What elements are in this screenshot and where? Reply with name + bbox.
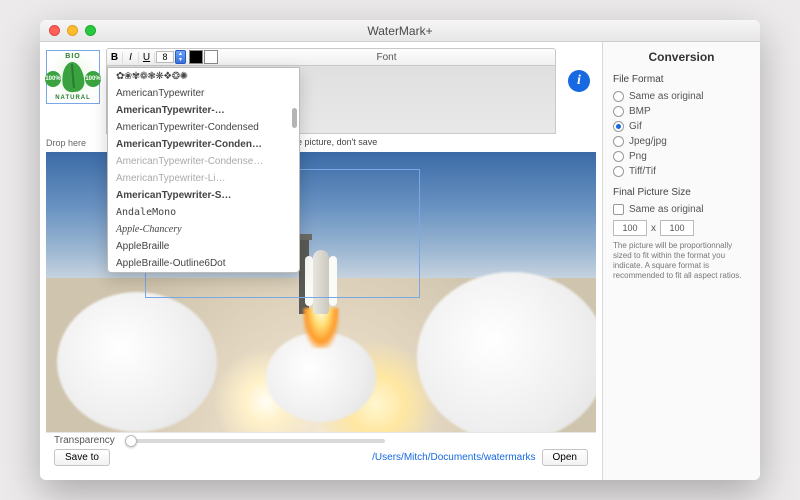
conversion-panel: Conversion File Format Same as original … bbox=[602, 42, 760, 480]
font-option[interactable]: AmericanTypewriter bbox=[108, 85, 299, 102]
font-option[interactable]: AmericanTypewriter-S… bbox=[108, 187, 299, 204]
logo-pct-left: 100% bbox=[45, 71, 61, 87]
width-field[interactable]: 100 bbox=[613, 220, 647, 236]
file-format-label: File Format bbox=[613, 74, 750, 85]
format-toolbar: B I U 8 ▲▼ Font ✿❀✾❁❃❋❖❂✺ AmericanTypewr… bbox=[106, 48, 556, 66]
format-radio-jpeg[interactable] bbox=[613, 136, 624, 147]
font-size-field[interactable]: 8 bbox=[156, 51, 174, 63]
logo-top-text: BIO bbox=[47, 53, 99, 60]
format-label: Tiff/Tif bbox=[629, 166, 656, 177]
height-field[interactable]: 100 bbox=[660, 220, 694, 236]
watermark-logo-dropzone[interactable]: BIO 100% 100% NATURAL bbox=[46, 50, 100, 104]
font-option[interactable]: AmericanTypewriter-Condensed bbox=[108, 119, 299, 136]
font-option[interactable]: AmericanTypewriter-Li… bbox=[108, 170, 299, 187]
size-same-checkbox[interactable] bbox=[613, 204, 624, 215]
font-size-stepper[interactable]: ▲▼ bbox=[175, 50, 186, 64]
save-to-button[interactable]: Save to bbox=[54, 449, 110, 466]
logo-bottom-text: NATURAL bbox=[47, 95, 99, 101]
font-dropdown[interactable]: ✿❀✾❁❃❋❖❂✺ AmericanTypewriter AmericanTyp… bbox=[107, 67, 300, 273]
format-label: Jpeg/jpg bbox=[629, 136, 667, 147]
drop-here-label: Drop here bbox=[46, 138, 86, 148]
format-radio-original[interactable] bbox=[613, 91, 624, 102]
transparency-slider[interactable] bbox=[125, 439, 385, 443]
window-title: WaterMark+ bbox=[40, 24, 760, 38]
final-size-label: Final Picture Size bbox=[613, 187, 750, 198]
font-field-caption[interactable]: Font bbox=[218, 52, 555, 63]
transparency-label: Transparency bbox=[54, 435, 115, 446]
format-radio-png[interactable] bbox=[613, 151, 624, 162]
font-option[interactable]: AppleBraille bbox=[108, 238, 299, 255]
bg-color-swatch[interactable] bbox=[204, 50, 218, 64]
dimension-x: x bbox=[651, 223, 656, 234]
font-option[interactable]: AmericanTypewriter-Condense… bbox=[108, 153, 299, 170]
format-label: BMP bbox=[629, 106, 651, 117]
dropdown-scrollbar[interactable] bbox=[292, 108, 297, 128]
size-hint: The picture will be proportionnally size… bbox=[613, 241, 750, 281]
save-path[interactable]: /Users/Mitch/Documents/watermarks bbox=[372, 452, 535, 463]
open-button[interactable]: Open bbox=[542, 449, 588, 466]
format-label: Same as original bbox=[629, 91, 703, 102]
info-icon[interactable]: i bbox=[568, 70, 590, 92]
font-option[interactable]: Apple-Chancery bbox=[108, 221, 299, 238]
font-option[interactable]: AndaleMono bbox=[108, 204, 299, 221]
font-option[interactable]: AmericanTypewriter-… bbox=[108, 102, 299, 119]
format-label: Png bbox=[629, 151, 647, 162]
size-same-label: Same as original bbox=[629, 204, 703, 215]
logo-pct-right: 100% bbox=[85, 71, 101, 87]
font-option[interactable]: AppleBraille-Outline6Dot bbox=[108, 255, 299, 272]
font-option-symbols[interactable]: ✿❀✾❁❃❋❖❂✺ bbox=[108, 68, 299, 85]
format-label: Gif bbox=[629, 121, 642, 132]
format-radio-tiff[interactable] bbox=[613, 166, 624, 177]
titlebar: WaterMark+ bbox=[40, 20, 760, 42]
conversion-title: Conversion bbox=[613, 50, 750, 64]
font-option[interactable]: AmericanTypewriter-Conden… bbox=[108, 136, 299, 153]
text-color-swatch[interactable] bbox=[189, 50, 203, 64]
underline-button[interactable]: U bbox=[139, 52, 155, 63]
format-radio-bmp[interactable] bbox=[613, 106, 624, 117]
italic-button[interactable]: I bbox=[123, 52, 139, 63]
bold-button[interactable]: B bbox=[107, 52, 123, 63]
format-radio-gif[interactable] bbox=[613, 121, 624, 132]
app-window: WaterMark+ BIO 100% 100% NATURAL B I U 8 bbox=[40, 20, 760, 480]
leaf-icon bbox=[61, 61, 86, 93]
